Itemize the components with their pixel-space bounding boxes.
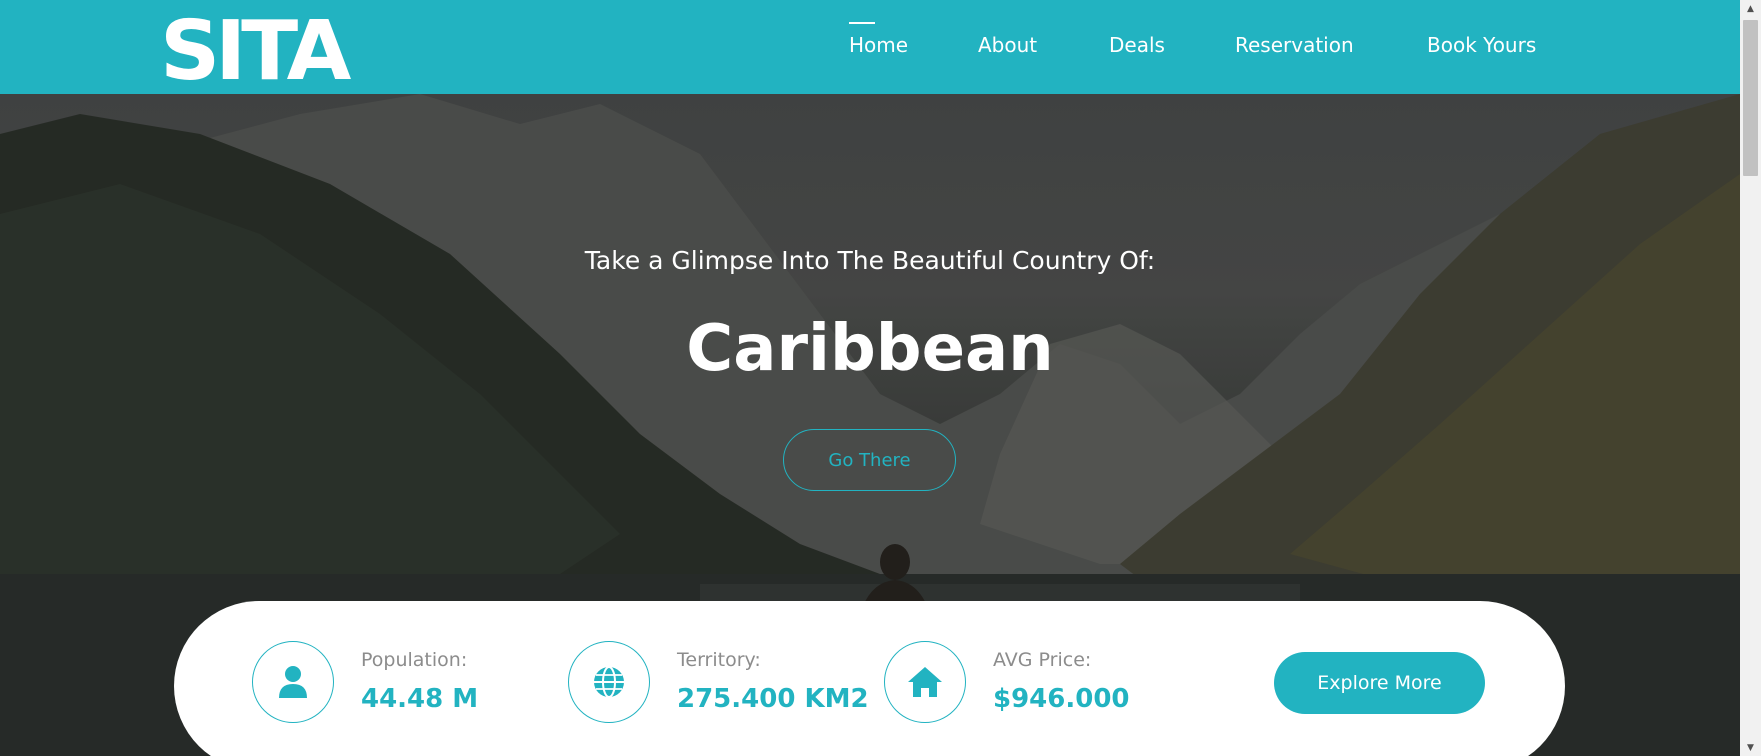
nav-about[interactable]: About	[978, 33, 1037, 57]
page-scrollbar[interactable]: ▲ ▼	[1740, 0, 1761, 756]
main-nav: Home About Deals Reservation Book Yours	[0, 0, 1740, 94]
home-icon	[908, 667, 942, 697]
population-icon-circle	[252, 641, 334, 723]
population-label: Population:	[361, 649, 468, 671]
price-label: AVG Price:	[993, 649, 1092, 671]
country-info-card: Population: 44.48 M Territory: 275.400 K…	[174, 601, 1565, 756]
scroll-up-icon[interactable]: ▲	[1740, 0, 1761, 17]
nav-book-yours[interactable]: Book Yours	[1427, 33, 1536, 57]
territory-icon-circle	[568, 641, 650, 723]
hero-subtitle: Take a Glimpse Into The Beautiful Countr…	[584, 246, 1156, 275]
user-icon	[279, 666, 307, 698]
nav-reservation[interactable]: Reservation	[1235, 33, 1354, 57]
globe-icon	[594, 666, 624, 698]
go-there-button[interactable]: Go There	[783, 429, 956, 491]
price-value: $946.000	[993, 684, 1130, 714]
scroll-down-icon[interactable]: ▼	[1740, 739, 1761, 756]
price-icon-circle	[884, 641, 966, 723]
population-value: 44.48 M	[361, 684, 479, 714]
nav-deals[interactable]: Deals	[1109, 33, 1165, 57]
hero-title: Caribbean	[686, 312, 1054, 386]
site-header: SITA Home About Deals Reservation Book Y…	[0, 0, 1740, 94]
explore-more-button[interactable]: Explore More	[1274, 652, 1485, 714]
nav-home[interactable]: Home	[849, 22, 908, 57]
territory-label: Territory:	[677, 649, 761, 671]
territory-value: 275.400 KM2	[677, 684, 869, 714]
scrollbar-thumb[interactable]	[1743, 20, 1758, 176]
